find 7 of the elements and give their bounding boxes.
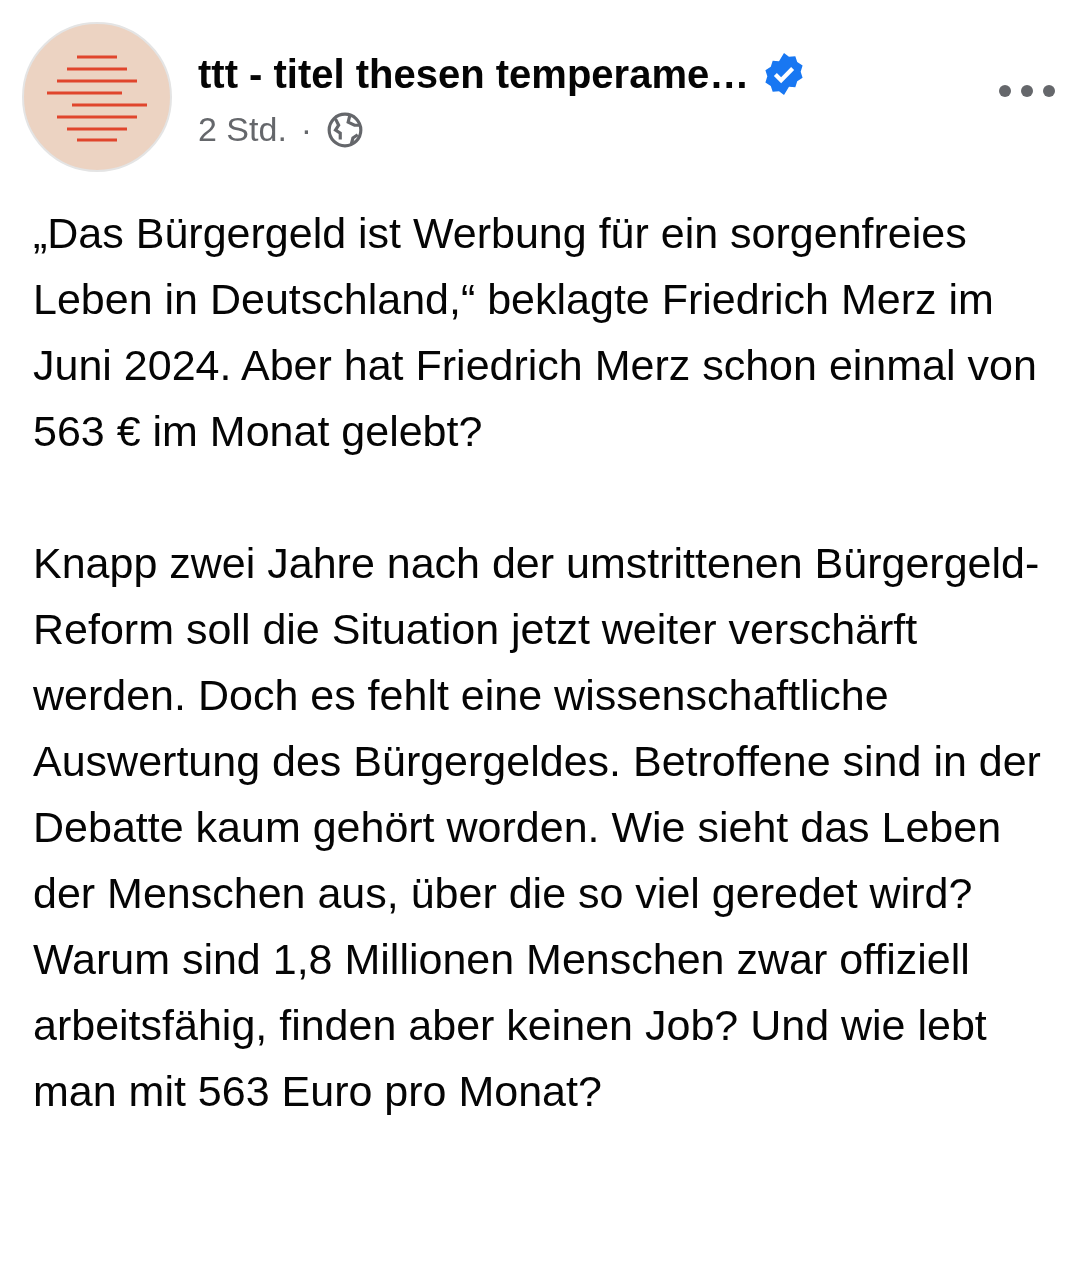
page-name[interactable]: ttt - titel thesen temperame… <box>198 50 750 98</box>
post-paragraph: Knapp zwei Jahre nach der umstrittenen Bürgergeld-Reform soll die Situation jetzt weiter verschärft werden. Doch es fehlt eine wissenschaftliche Auswertung des Bürgergeldes. Betroffene sind in der Debatte kaum gehört worden. Wie sieht das Leben der Menschen aus, über die so viel geredet wird? Warum sind 1,8 Millionen Menschen zwar offiziell arbeitsfähig, finden aber keinen Job? Und wie lebt man mit 563 Euro pro Monat? <box>33 538 1042 1117</box>
post-paragraph: „Das Bürgergeld ist Werbung für ein sorgenfreies Leben in Deutschland,“ beklagte Friedrich Merz im Juni 2024. Aber hat Friedrich Merz schon einmal von 563 € im Monat gelebt? <box>33 208 1038 457</box>
more-icon <box>998 84 1056 98</box>
separator-dot: · <box>300 109 313 150</box>
post-time[interactable]: 2 Std. <box>198 104 287 155</box>
globe-icon <box>326 110 365 149</box>
